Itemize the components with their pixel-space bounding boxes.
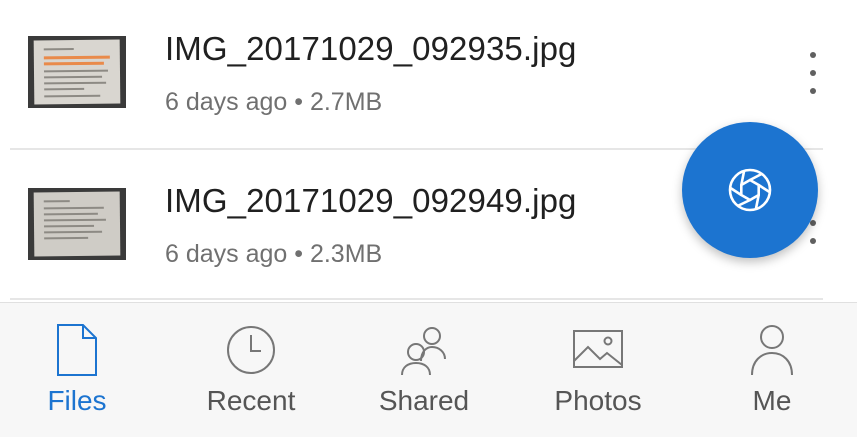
nav-label-me: Me (752, 385, 792, 416)
nav-label-photos: Photos (554, 385, 642, 416)
file-name: IMG_20171029_092935.jpg (165, 30, 577, 67)
row-divider (10, 298, 823, 300)
nav-tab-photos[interactable]: Photos (518, 303, 678, 437)
file-meta: 6 days ago • 2.7MB (165, 88, 383, 116)
file-thumbnail (28, 188, 126, 260)
people-icon (401, 327, 446, 376)
person-icon (751, 325, 793, 376)
nav-label-recent: Recent (206, 385, 296, 416)
nav-tab-shared[interactable]: Shared (344, 303, 504, 437)
nav-tab-recent[interactable]: Recent (171, 303, 331, 437)
more-options-button[interactable] (796, 46, 830, 106)
clock-icon (227, 326, 275, 374)
file-thumbnail (28, 36, 126, 108)
file-meta: 6 days ago • 2.3MB (165, 240, 383, 268)
nav-tab-files[interactable]: Files (0, 303, 157, 437)
nav-label-files: Files (47, 385, 107, 416)
bottom-navigation: Files Recent Shared Photos Me (0, 302, 857, 437)
camera-shutter-icon (728, 168, 772, 212)
nav-label-shared: Shared (378, 385, 470, 416)
file-icon (57, 324, 97, 376)
image-icon (573, 330, 623, 368)
file-name: IMG_20171029_092949.jpg (165, 182, 577, 219)
nav-tab-me[interactable]: Me (692, 303, 852, 437)
camera-scan-button[interactable] (682, 122, 818, 258)
more-vertical-icon (810, 52, 816, 58)
